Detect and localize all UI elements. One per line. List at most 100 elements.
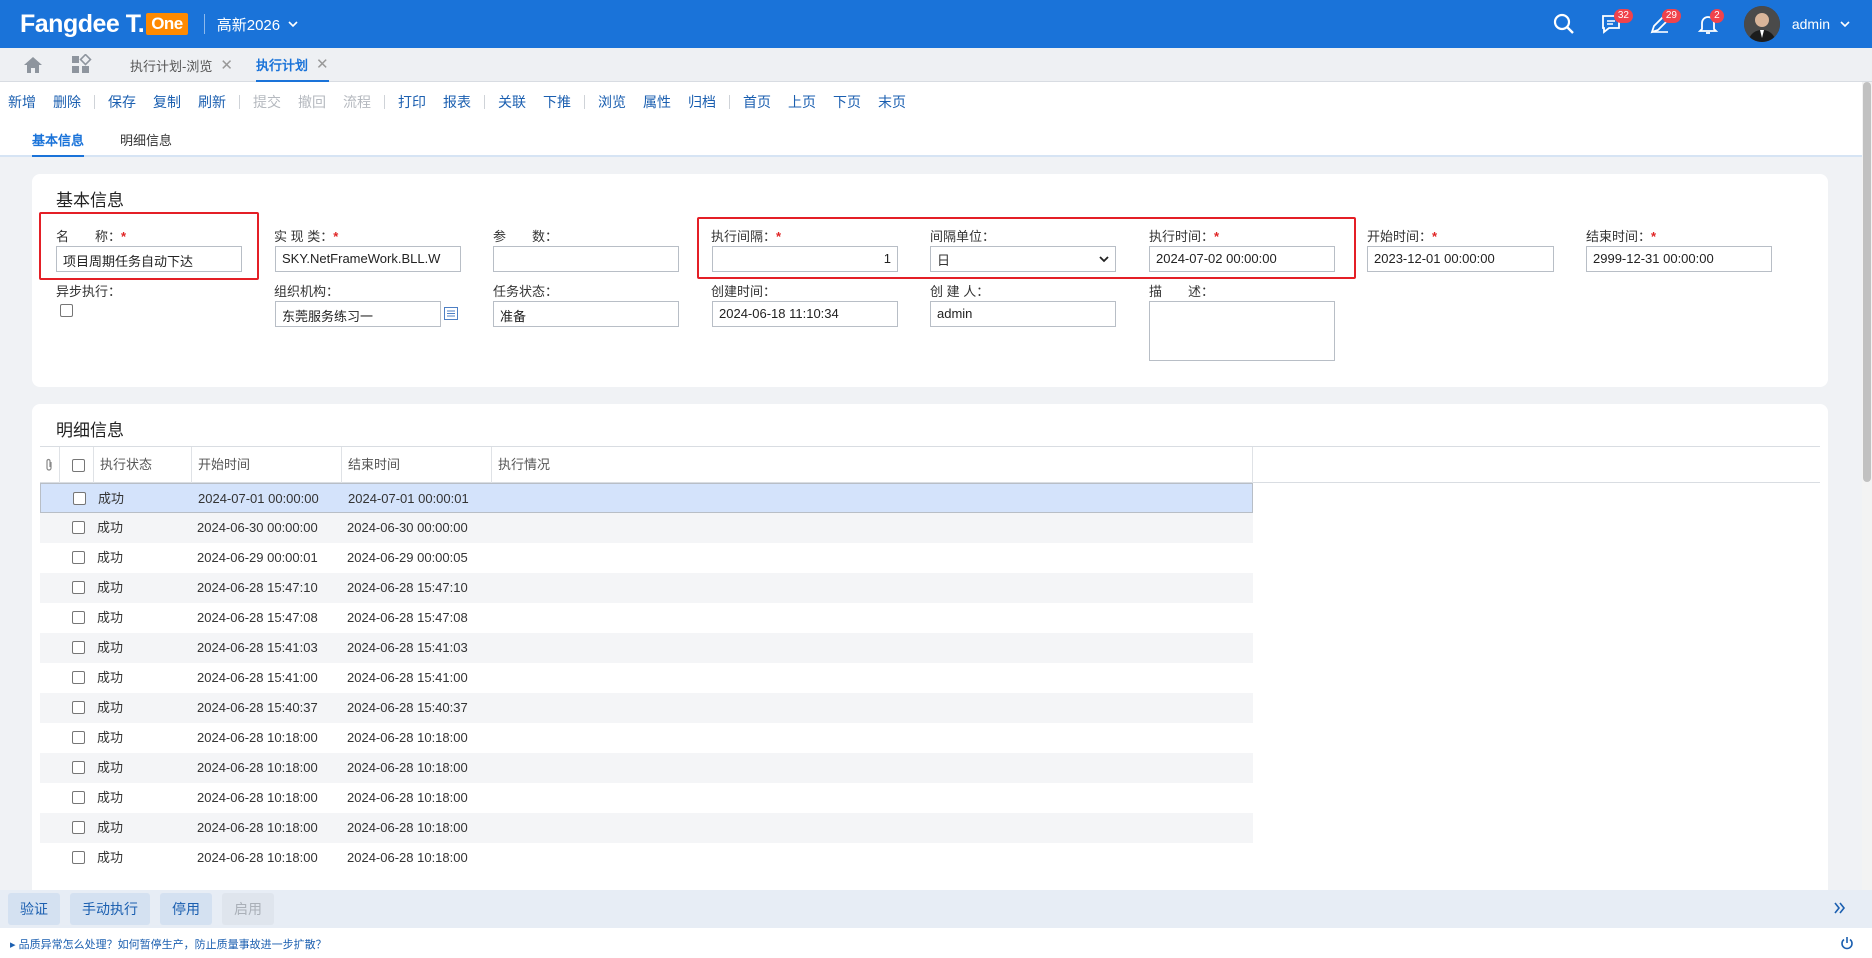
table-row[interactable]: 成功 2024-06-28 10:18:00 2024-06-28 10:18:00 [40, 723, 1253, 753]
impl-class-field[interactable]: SKY.NetFrameWork.BLL.W [275, 246, 461, 272]
org-field[interactable]: 东莞服务练习一 [275, 301, 441, 327]
enable-button[interactable]: 启用 [222, 893, 274, 925]
table-row[interactable]: 成功 2024-06-30 00:00:00 2024-06-30 00:00:00 [40, 513, 1253, 543]
user-name[interactable]: admin [1792, 16, 1830, 32]
row-checkbox[interactable] [72, 731, 85, 744]
tasks-button[interactable]: 29 [1636, 0, 1684, 48]
async-exec-checkbox[interactable] [60, 304, 73, 317]
power-icon[interactable] [1840, 936, 1854, 950]
save-button[interactable]: 保存 [108, 92, 136, 112]
messages-count-badge: 32 [1613, 9, 1633, 23]
verify-button[interactable]: 验证 [8, 893, 60, 925]
description-textarea[interactable] [1149, 301, 1335, 361]
row-checkbox[interactable] [73, 492, 86, 505]
creator-field[interactable]: admin [930, 301, 1116, 327]
refresh-button[interactable]: 刷新 [198, 92, 226, 112]
properties-button[interactable]: 属性 [643, 92, 671, 112]
tab-detail-info[interactable]: 明细信息 [120, 130, 172, 149]
relate-button[interactable]: 关联 [498, 92, 526, 112]
start-time-cell: 2024-07-01 00:00:00 [198, 491, 319, 506]
tab-plan-browse[interactable]: 执行计划-浏览 ✕ [130, 48, 233, 82]
table-row[interactable]: 成功 2024-06-28 15:41:03 2024-06-28 15:41:03 [40, 633, 1253, 663]
apps-grid-icon[interactable] [70, 54, 92, 76]
next-page-button[interactable]: 下页 [833, 92, 861, 112]
column-header-info[interactable]: 执行情况 [492, 447, 1253, 483]
company-selector[interactable]: 高新2026 [217, 14, 298, 35]
scrollbar-thumb[interactable] [1863, 82, 1871, 482]
params-field[interactable] [493, 246, 679, 272]
end-time-cell: 2024-06-30 00:00:00 [347, 520, 468, 535]
close-icon[interactable]: ✕ [316, 55, 329, 73]
task-status-label: 任务状态： [493, 284, 559, 299]
row-checkbox[interactable] [72, 581, 85, 594]
row-checkbox[interactable] [72, 761, 85, 774]
messages-button[interactable]: 32 [1588, 0, 1636, 48]
table-row[interactable]: 成功 2024-06-28 10:18:00 2024-06-28 10:18:00 [40, 813, 1253, 843]
push-down-button[interactable]: 下推 [543, 92, 571, 112]
avatar[interactable] [1743, 6, 1780, 42]
table-row[interactable]: 成功 2024-06-28 15:41:00 2024-06-28 15:41:00 [40, 663, 1253, 693]
status-cell: 成功 [97, 850, 124, 865]
row-checkbox[interactable] [72, 611, 85, 624]
table-row[interactable]: 成功 2024-07-01 00:00:00 2024-07-01 00:00:01 [40, 483, 1253, 513]
table-row[interactable]: 成功 2024-06-28 10:18:00 2024-06-28 10:18:00 [40, 753, 1253, 783]
page-scrollbar[interactable] [1862, 82, 1872, 890]
tab-basic-info[interactable]: 基本信息 [32, 130, 85, 157]
prev-page-button[interactable]: 上页 [788, 92, 816, 112]
task-status-field[interactable]: 准备 [493, 301, 679, 327]
table-row[interactable]: 成功 2024-06-28 15:40:37 2024-06-28 15:40:37 [40, 693, 1253, 723]
revoke-button[interactable]: 撤回 [298, 92, 326, 112]
list-picker-icon[interactable] [444, 307, 458, 320]
add-button[interactable]: 新增 [8, 92, 36, 112]
double-chevron-right-icon[interactable] [1834, 902, 1846, 914]
select-all-checkbox[interactable] [72, 459, 85, 472]
submit-button[interactable]: 提交 [253, 92, 281, 112]
delete-button[interactable]: 删除 [53, 92, 81, 112]
report-button[interactable]: 报表 [443, 92, 471, 112]
notifications-count-badge: 2 [1709, 9, 1724, 23]
end-time-cell: 2024-06-28 10:18:00 [347, 730, 468, 745]
search-button[interactable] [1540, 0, 1588, 48]
tab-plan[interactable]: 执行计划 ✕ [256, 48, 329, 82]
column-header-start[interactable]: 开始时间 [192, 447, 342, 483]
first-page-button[interactable]: 首页 [743, 92, 771, 112]
row-checkbox[interactable] [72, 701, 85, 714]
browse-button[interactable]: 浏览 [598, 92, 626, 112]
row-checkbox[interactable] [72, 521, 85, 534]
copy-button[interactable]: 复制 [153, 92, 181, 112]
start-time-cell: 2024-06-30 00:00:00 [197, 520, 318, 535]
print-button[interactable]: 打印 [398, 92, 426, 112]
close-icon[interactable]: ✕ [220, 56, 233, 74]
status-cell: 成功 [97, 520, 124, 535]
app-logo[interactable]: Fangdee T. One [20, 10, 188, 39]
table-row[interactable]: 成功 2024-06-29 00:00:01 2024-06-29 00:00:05 [40, 543, 1253, 573]
column-header-status[interactable]: 执行状态 [94, 447, 192, 483]
chevron-down-icon[interactable] [1840, 20, 1850, 28]
row-checkbox[interactable] [72, 791, 85, 804]
help-tip-link[interactable]: ▸ 品质异常怎么处理？如何暂停生产，防止质量事故进一步扩散？ [10, 936, 327, 952]
impl-class-label: 实 现 类：* [274, 229, 339, 244]
notifications-button[interactable]: 2 [1684, 0, 1732, 48]
row-checkbox[interactable] [72, 641, 85, 654]
chevron-down-icon [288, 20, 298, 27]
org-label: 组织机构： [274, 284, 340, 299]
table-row[interactable]: 成功 2024-06-28 10:18:00 2024-06-28 10:18:00 [40, 843, 1253, 873]
created-time-field[interactable]: 2024-06-18 11:10:34 [712, 301, 898, 327]
manual-exec-button[interactable]: 手动执行 [70, 893, 150, 925]
row-checkbox[interactable] [72, 671, 85, 684]
stop-button[interactable]: 停用 [160, 893, 212, 925]
row-checkbox[interactable] [72, 551, 85, 564]
flow-button[interactable]: 流程 [343, 92, 371, 112]
table-row[interactable]: 成功 2024-06-28 10:18:00 2024-06-28 10:18:00 [40, 783, 1253, 813]
end-time-field[interactable]: 2999-12-31 00:00:00 [1586, 246, 1772, 272]
row-checkbox[interactable] [72, 821, 85, 834]
table-row[interactable]: 成功 2024-06-28 15:47:08 2024-06-28 15:47:08 [40, 603, 1253, 633]
creator-label: 创 建 人： [930, 284, 990, 299]
table-row[interactable]: 成功 2024-06-28 15:47:10 2024-06-28 15:47:10 [40, 573, 1253, 603]
column-header-end[interactable]: 结束时间 [342, 447, 492, 483]
row-checkbox[interactable] [72, 851, 85, 864]
archive-button[interactable]: 归档 [688, 92, 716, 112]
last-page-button[interactable]: 末页 [878, 92, 906, 112]
home-icon[interactable] [22, 54, 44, 76]
start-time-field[interactable]: 2023-12-01 00:00:00 [1367, 246, 1554, 272]
